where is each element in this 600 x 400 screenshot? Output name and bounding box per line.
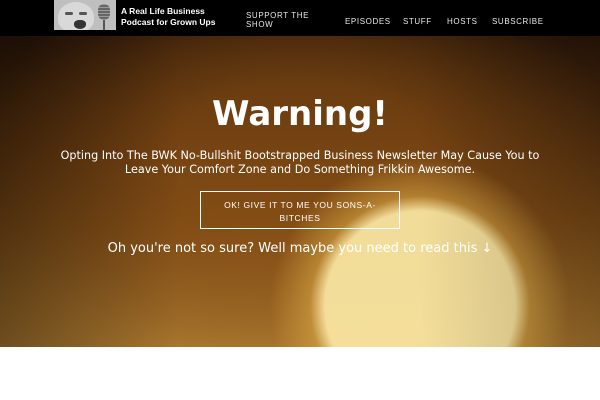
mouth-shape bbox=[74, 20, 86, 29]
hero-subtext: Opting Into The BWK No-Bullshit Bootstra… bbox=[60, 149, 540, 176]
nav-subscribe[interactable]: SUBSCRIBE bbox=[492, 17, 544, 26]
site-tagline[interactable]: A Real Life Business Podcast for Grown U… bbox=[121, 6, 231, 28]
nav-hosts[interactable]: HOSTS bbox=[447, 17, 478, 26]
site-logo[interactable] bbox=[54, 0, 116, 30]
top-navbar: A Real Life Business Podcast for Grown U… bbox=[0, 0, 600, 36]
newsletter-optin-button[interactable]: OK! GIVE IT TO ME YOU SONS-A-BITCHES bbox=[200, 191, 400, 229]
hero-heading: Warning! bbox=[212, 94, 388, 134]
microphone-stand bbox=[103, 20, 105, 30]
microphone-icon bbox=[98, 4, 110, 20]
nav-episodes[interactable]: EPISODES bbox=[345, 17, 391, 26]
hero-content: Warning! Opting Into The BWK No-Bullshit… bbox=[0, 36, 600, 347]
page-body-blank bbox=[0, 347, 600, 400]
nav-stuff[interactable]: STUFF bbox=[403, 17, 432, 26]
nav-support-the-show[interactable]: SUPPORT THE SHOW bbox=[246, 11, 316, 29]
crying-baby-icon bbox=[58, 2, 94, 30]
hero-section: Warning! Opting Into The BWK No-Bullshit… bbox=[0, 36, 600, 347]
read-more-link[interactable]: Oh you're not so sure? Well maybe you ne… bbox=[0, 241, 600, 257]
